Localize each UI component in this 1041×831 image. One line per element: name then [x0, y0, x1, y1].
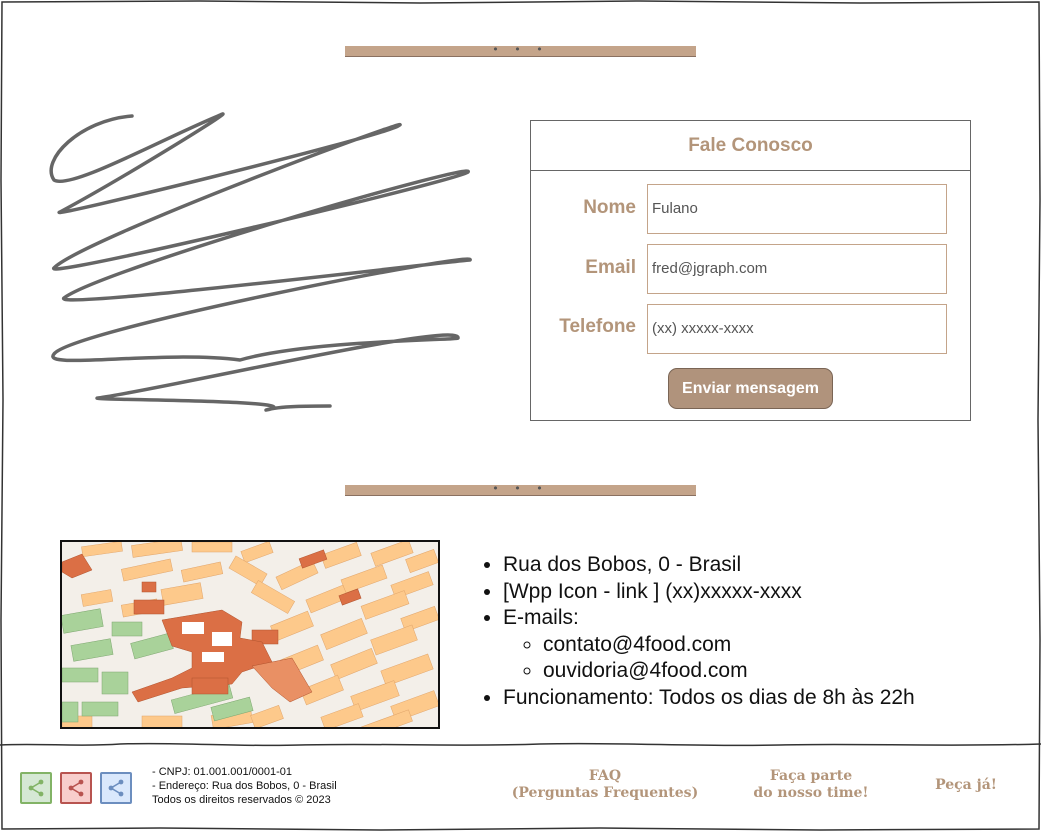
share-button-green[interactable]	[20, 772, 52, 804]
faq-link[interactable]: FAQ (Perguntas Frequentes)	[505, 768, 705, 802]
image-placeholder-scribble	[49, 112, 472, 412]
join-team-line2: do nosso time!	[753, 785, 869, 801]
faq-link-line2: (Perguntas Frequentes)	[511, 785, 699, 801]
section-divider-middle: • • •	[345, 482, 696, 496]
faq-link-line1: FAQ	[588, 768, 622, 784]
contact-info: Rua dos Bobos, 0 - Brasil [Wpp Icon - li…	[503, 552, 915, 711]
info-emails-item: E-mails: contato@4food.com ouvidoria@4fo…	[503, 605, 915, 685]
info-whatsapp[interactable]: [Wpp Icon - link ] (xx)xxxxx-xxxx	[503, 579, 915, 606]
legal-rights: Todos os direitos reservados © 2023	[152, 794, 331, 806]
email-field[interactable]: fred@jgraph.com	[647, 244, 947, 294]
phone-label: Telefone	[559, 316, 636, 337]
info-email-ouvidoria[interactable]: ouvidoria@4food.com	[543, 658, 915, 685]
send-message-button[interactable]: Enviar mensagem	[668, 368, 833, 409]
divider-dots: • • •	[492, 482, 549, 495]
info-address: Rua dos Bobos, 0 - Brasil	[503, 552, 915, 579]
name-label: Nome	[583, 197, 636, 218]
share-icon	[108, 779, 124, 797]
legal-address: - Endereço: Rua dos Bobos, 0 - Brasil	[152, 780, 337, 792]
share-icon	[28, 779, 44, 797]
info-hours: Funcionamento: Todos os dias de 8h às 22…	[503, 685, 915, 712]
join-team-link[interactable]: Faça parte do nosso time!	[740, 768, 882, 802]
contact-form: Fale Conosco Nome Fulano Email fred@jgra…	[530, 120, 971, 421]
section-divider-top: • • •	[345, 43, 696, 57]
share-icon	[68, 779, 84, 797]
map-graphic	[62, 542, 438, 727]
footer-separator	[0, 742, 1041, 747]
legal-cnpj: - CNPJ: 01.001.001/0001-01	[152, 766, 293, 778]
location-map[interactable]	[60, 540, 440, 729]
info-email-contato[interactable]: contato@4food.com	[543, 632, 915, 659]
share-button-red[interactable]	[60, 772, 92, 804]
name-field[interactable]: Fulano	[647, 184, 947, 234]
order-now-link[interactable]: Peça já!	[925, 777, 1007, 794]
email-label: Email	[585, 257, 636, 278]
info-emails-label: E-mails:	[503, 606, 579, 629]
share-button-blue[interactable]	[100, 772, 132, 804]
join-team-line1: Faça parte	[769, 768, 853, 784]
footer-legal: - CNPJ: 01.001.001/0001-01 - Endereço: R…	[152, 765, 337, 807]
form-title: Fale Conosco	[531, 121, 970, 171]
divider-dots: • • •	[492, 43, 549, 56]
phone-field[interactable]: (xx) xxxxx-xxxx	[647, 304, 947, 354]
